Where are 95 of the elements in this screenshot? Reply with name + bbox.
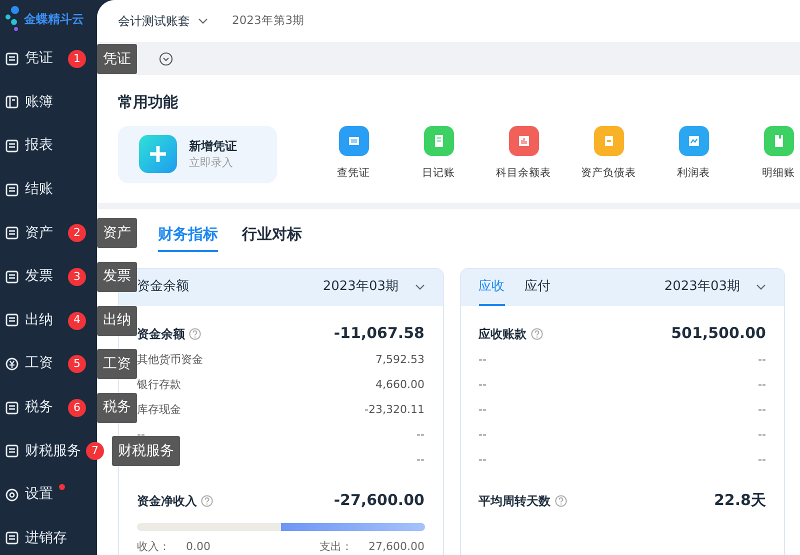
metric-value: -27,600.00 — [334, 490, 424, 512]
help-icon — [530, 328, 542, 340]
row-label: -- — [478, 352, 486, 368]
tooltip: 财税服务 — [112, 436, 180, 466]
badge-number: 2 — [68, 224, 86, 242]
row-value: -- — [758, 426, 766, 443]
sidebar-item[interactable]: 发票 — [0, 254, 55, 299]
logo-icon — [4, 5, 20, 32]
row-label: -- — [478, 376, 486, 393]
quick-link[interactable]: 资产负债表 — [566, 126, 651, 182]
row-value: -- — [758, 352, 766, 368]
row-label: -- — [478, 402, 486, 418]
quick-link[interactable]: 科目余额表 — [481, 126, 566, 182]
row-value: -- — [758, 376, 766, 393]
card-title: 资金余额 — [137, 278, 189, 296]
row-label: -- — [478, 426, 486, 443]
period-dropdown[interactable]: 2023年03期 — [322, 277, 424, 297]
chevron-down-icon — [414, 284, 424, 290]
period-label: 2023年第3期 — [232, 12, 305, 30]
help-icon — [554, 494, 566, 506]
book-icon — [5, 95, 19, 110]
quick-link[interactable]: 利润表 — [651, 126, 736, 182]
row-label: -- — [478, 452, 486, 468]
badge-number: 3 — [68, 268, 86, 286]
badge-number: 4 — [68, 312, 86, 330]
document-icon — [5, 182, 19, 197]
metric-value: 501,500.00 — [671, 323, 766, 344]
document-icon — [5, 138, 19, 153]
help-icon — [201, 494, 213, 506]
period-dropdown[interactable]: 2023年03期 — [664, 277, 766, 297]
expense-value: 27,600.00 — [368, 538, 424, 554]
metric-label: 应收账款 — [478, 326, 526, 342]
metric-label: 资金净收入 — [137, 492, 197, 510]
tooltip: 出纳 — [97, 306, 137, 336]
row-value: -- — [416, 426, 424, 443]
logo-text: 金蝶精斗云 — [24, 10, 84, 28]
badge-number: 5 — [68, 355, 86, 374]
sidebar-item[interactable]: 财税服务 — [0, 429, 83, 473]
tooltip: 工资 — [97, 349, 137, 380]
tooltip: 税务 — [97, 392, 137, 423]
help-icon — [189, 328, 201, 340]
sidebar-item[interactable]: 工资 — [0, 342, 55, 386]
chevron-down-icon — [198, 18, 208, 24]
row-label: 库存现金 — [137, 402, 181, 418]
metric-label: 资金余额 — [137, 326, 185, 342]
row-label: 银行存款 — [137, 376, 181, 393]
sidebar-item[interactable]: 税务 — [0, 386, 55, 430]
income-label: 收入： — [137, 538, 170, 554]
section-title: 常用功能 — [118, 92, 179, 113]
sidebar-item[interactable]: 账簿 — [0, 80, 55, 124]
row-value: -- — [416, 452, 424, 468]
new-voucher-card[interactable]: 新增凭证 立即录入 — [118, 126, 277, 182]
income-value: 0.00 — [186, 538, 210, 554]
tab[interactable]: 行业对标 — [242, 223, 302, 252]
document-icon — [5, 400, 19, 415]
chevron-down-icon — [756, 284, 766, 290]
quick-link[interactable]: 日记账 — [396, 126, 481, 182]
document-icon — [5, 313, 19, 328]
sidebar-item[interactable]: 报表 — [0, 124, 55, 168]
row-value: -23,320.11 — [364, 402, 424, 418]
sidebar-item[interactable]: 出纳 — [0, 298, 55, 342]
quick-link[interactable]: 查凭证 — [311, 126, 396, 182]
badge-number: 7 — [86, 442, 104, 460]
tab[interactable]: 应付 — [524, 268, 550, 306]
row-value: 7,592.53 — [376, 352, 424, 368]
expense-label: 支出： — [320, 538, 353, 554]
plus-icon — [148, 144, 168, 164]
row-label: 其他货币资金 — [137, 352, 203, 368]
sidebar-item[interactable]: 资产 — [0, 211, 55, 255]
card-title: 新增凭证 — [189, 138, 237, 155]
account-dropdown[interactable]: 会计测试账套 — [118, 12, 208, 30]
document-icon — [5, 226, 19, 240]
badge-number: 1 — [68, 50, 86, 68]
sidebar-item[interactable]: 结账 — [0, 168, 55, 212]
document-icon — [5, 270, 19, 284]
tooltip: 发票 — [97, 262, 137, 292]
badge-number: 6 — [68, 398, 86, 417]
tooltip: 资产 — [97, 218, 137, 248]
metric-value: 22.8天 — [714, 490, 766, 512]
metric-value: -11,067.58 — [334, 323, 424, 344]
document-icon — [5, 52, 19, 66]
sidebar-item[interactable]: 进销存 — [0, 516, 69, 555]
quick-link[interactable]: 明细账 — [736, 126, 800, 182]
row-value: 4,660.00 — [376, 376, 424, 393]
document-icon — [5, 531, 19, 546]
metric-label: 平均周转天数 — [478, 492, 550, 510]
sidebar-item[interactable]: 凭证 — [0, 37, 55, 81]
tab[interactable]: 财务指标 — [158, 223, 218, 252]
tooltip: 凭证 — [97, 44, 137, 74]
row-value: -- — [758, 402, 766, 418]
sidebar-item[interactable]: 设置 — [0, 472, 55, 517]
row-value: -- — [758, 452, 766, 468]
expand-icon — [159, 52, 173, 66]
card-subtitle: 立即录入 — [189, 154, 234, 171]
document-icon — [5, 444, 19, 458]
